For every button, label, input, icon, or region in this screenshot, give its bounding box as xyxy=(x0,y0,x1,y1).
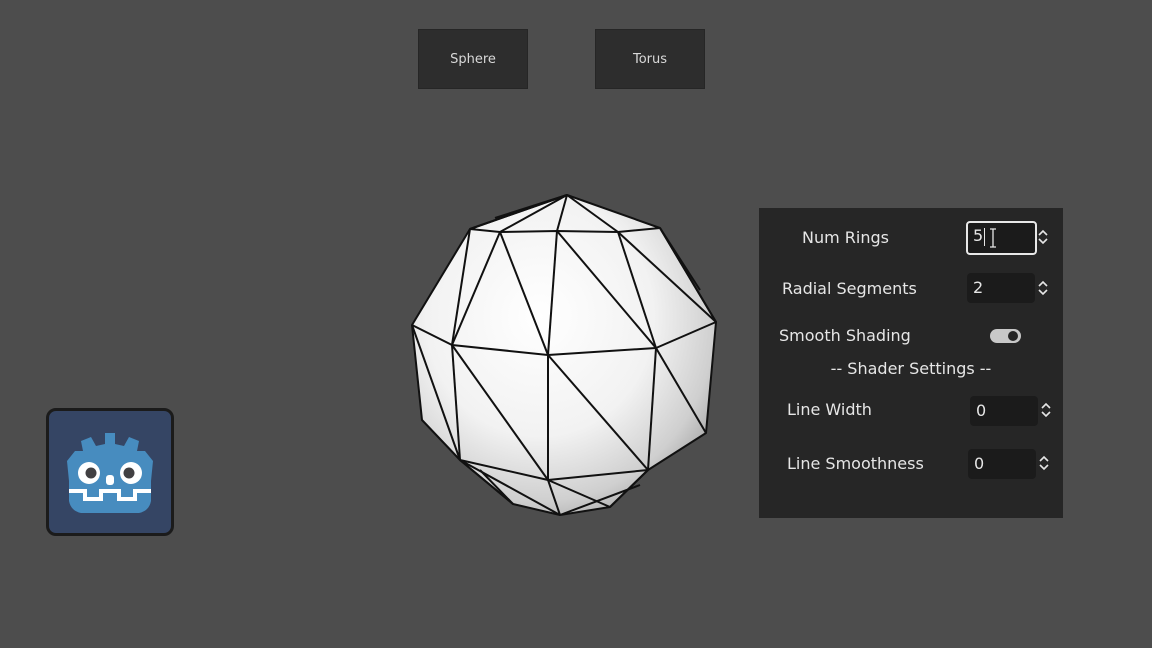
line-width-label: Line Width xyxy=(787,400,872,419)
num-rings-arrows-icon[interactable] xyxy=(1038,229,1048,245)
smooth-shading-toggle[interactable] xyxy=(990,329,1021,343)
num-rings-label: Num Rings xyxy=(802,228,889,247)
torus-button-label: Torus xyxy=(632,51,668,67)
sphere-button[interactable]: Sphere xyxy=(418,29,528,89)
settings-panel: Num Rings 5 Radial Segments 2 Smooth Sha… xyxy=(759,208,1063,518)
radial-segments-label: Radial Segments xyxy=(782,279,917,298)
shader-settings-heading: -- Shader Settings -- xyxy=(830,359,992,378)
godot-logo-icon xyxy=(67,433,153,513)
line-width-value: 0 xyxy=(976,401,987,420)
godot-logo xyxy=(46,408,174,536)
line-width-arrows-icon[interactable] xyxy=(1041,402,1051,418)
line-smoothness-value: 0 xyxy=(974,454,985,473)
num-rings-value: 5 xyxy=(973,226,984,245)
viewport: Sphere Torus Num Rings 5 Radial Segments… xyxy=(0,0,1152,648)
smooth-shading-label: Smooth Shading xyxy=(779,326,911,345)
toggle-knob xyxy=(1008,331,1018,341)
line-smoothness-field[interactable]: 0 xyxy=(968,449,1036,479)
line-width-field[interactable]: 0 xyxy=(970,396,1038,426)
line-smoothness-label: Line Smoothness xyxy=(787,454,924,473)
text-caret xyxy=(984,227,986,246)
i-beam-cursor-icon xyxy=(990,228,996,248)
radial-segments-arrows-icon[interactable] xyxy=(1038,280,1048,296)
radial-segments-field[interactable]: 2 xyxy=(967,273,1035,303)
num-rings-field[interactable]: 5 xyxy=(966,221,1037,255)
line-smoothness-arrows-icon[interactable] xyxy=(1039,455,1049,471)
radial-segments-value: 2 xyxy=(973,278,984,297)
sphere-mesh xyxy=(411,194,717,516)
torus-button[interactable]: Torus xyxy=(595,29,705,89)
sphere-button-label: Sphere xyxy=(450,51,496,67)
